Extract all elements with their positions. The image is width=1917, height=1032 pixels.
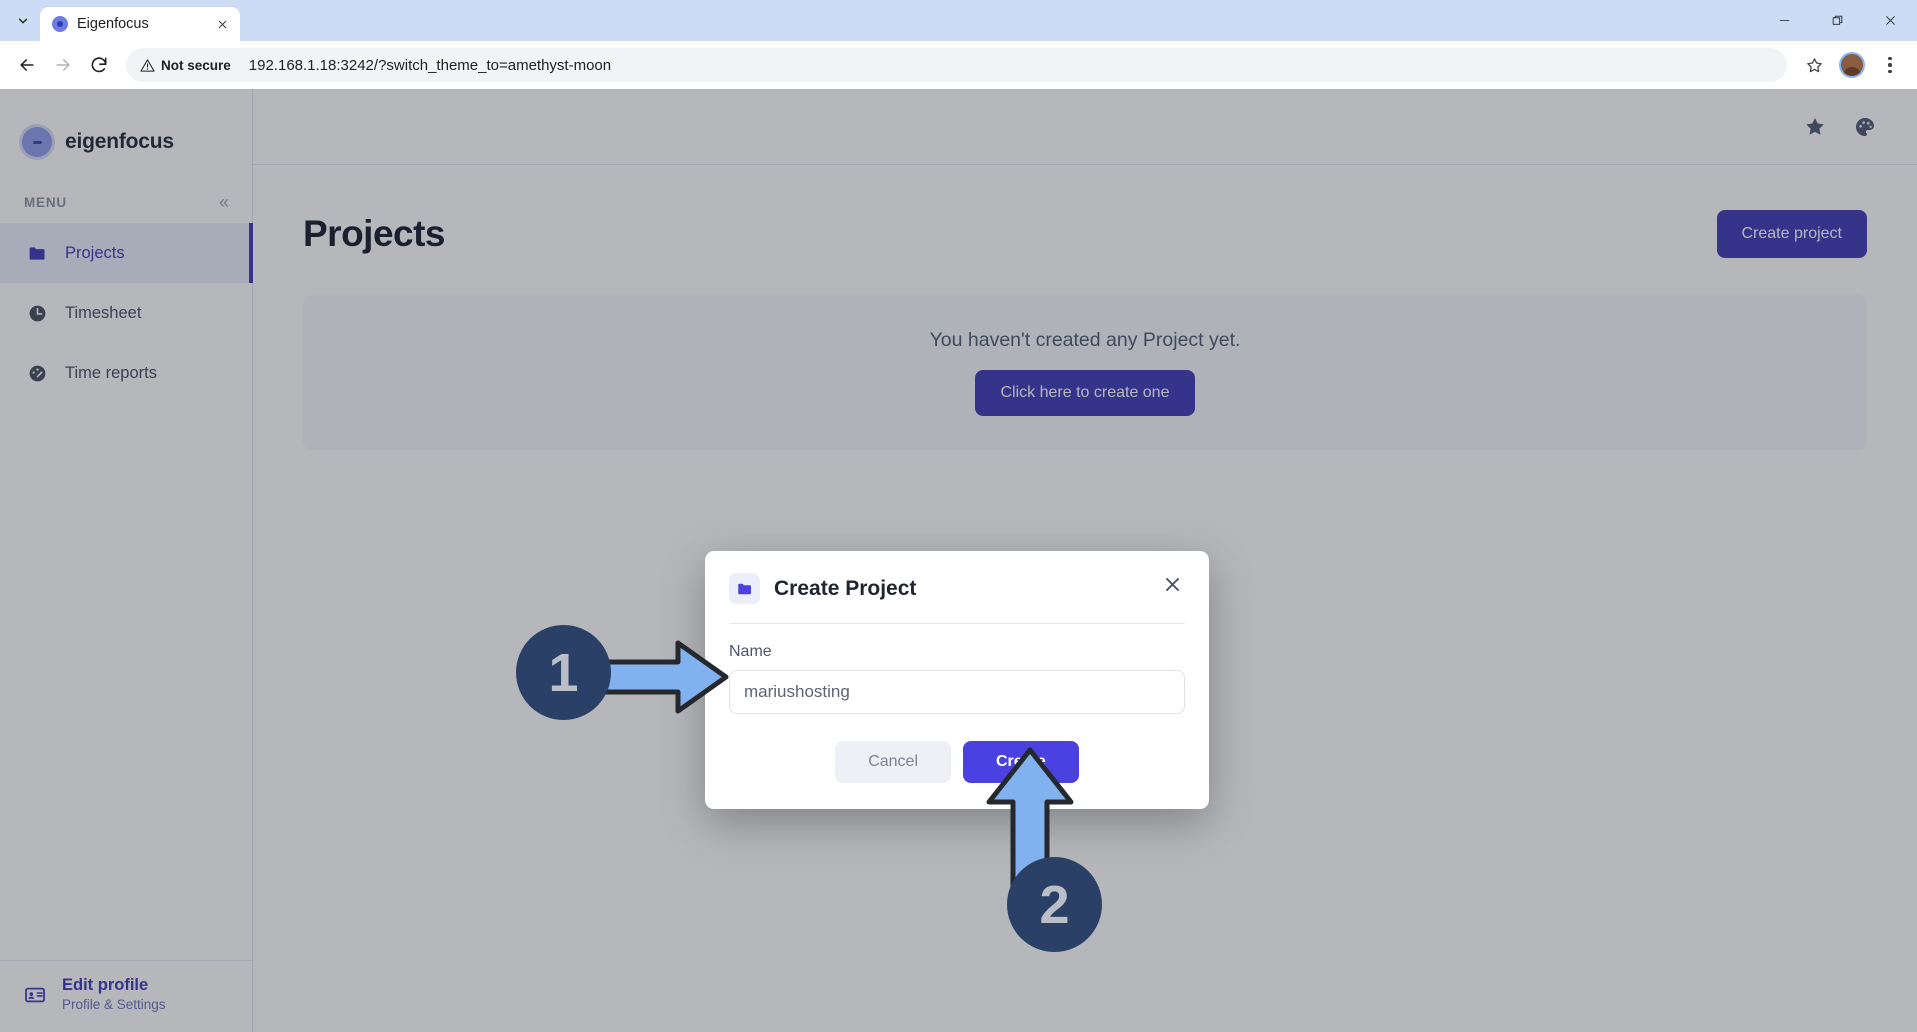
cancel-button[interactable]: Cancel	[835, 741, 951, 783]
address-bar[interactable]: Not secure 192.168.1.18:3242/?switch_the…	[126, 48, 1787, 82]
browser-window: Eigenfocus Not secure 192.168.1.18:3242/…	[0, 0, 1917, 1032]
restore-icon	[1832, 15, 1843, 25]
menu-dot	[1888, 63, 1892, 67]
warning-triangle-icon	[140, 58, 155, 72]
bookmark-button[interactable]	[1797, 48, 1831, 82]
modal-actions: Cancel Create	[729, 741, 1185, 783]
url-text: 192.168.1.18:3242/?switch_theme_to=ameth…	[248, 56, 612, 74]
menu-dot	[1888, 56, 1892, 61]
window-minimize-button[interactable]	[1758, 0, 1811, 41]
tab-title: Eigenfocus	[77, 16, 149, 32]
reload-button[interactable]	[82, 48, 116, 82]
name-field-label: Name	[729, 643, 772, 660]
browser-toolbar: Not secure 192.168.1.18:3242/?switch_the…	[0, 41, 1917, 89]
security-label: Not secure	[161, 57, 231, 73]
modal-title: Create Project	[774, 576, 917, 600]
menu-dot	[1888, 69, 1892, 74]
minimize-icon	[1779, 20, 1790, 21]
tab-close-icon[interactable]	[212, 14, 232, 34]
back-arrow-icon	[20, 59, 34, 71]
browser-menu-button[interactable]	[1873, 48, 1907, 82]
window-maximize-button[interactable]	[1811, 0, 1864, 41]
browser-profile-avatar[interactable]	[1839, 52, 1865, 78]
window-close-button[interactable]	[1864, 0, 1917, 41]
forward-button[interactable]	[46, 48, 80, 82]
tab-search-button[interactable]	[6, 4, 40, 38]
back-button[interactable]	[10, 48, 44, 82]
security-indicator[interactable]: Not secure	[140, 58, 231, 73]
reload-icon	[91, 57, 107, 73]
browser-tabstrip: Eigenfocus	[0, 0, 1917, 41]
chevron-down-icon	[18, 18, 28, 24]
close-icon[interactable]	[1159, 571, 1185, 597]
forward-arrow-icon	[56, 59, 70, 71]
page-viewport: eigenfocus MENU « Projects Timesheet Tim…	[0, 89, 1917, 1032]
modal-header: Create Project	[729, 573, 1185, 604]
name-input[interactable]	[729, 670, 1185, 714]
eigenfocus-favicon	[52, 16, 68, 32]
create-project-modal: Create Project Name Cancel Create	[705, 551, 1209, 809]
folder-icon	[729, 573, 760, 604]
modal-divider	[729, 623, 1185, 624]
create-button[interactable]: Create	[963, 741, 1079, 783]
browser-tab[interactable]: Eigenfocus	[40, 7, 240, 41]
window-controls	[1758, 0, 1917, 41]
close-icon	[1886, 16, 1895, 25]
annotation-badge-1: 1	[516, 625, 611, 720]
star-outline-icon	[1806, 57, 1822, 72]
annotation-badge-2: 2	[1007, 857, 1102, 952]
